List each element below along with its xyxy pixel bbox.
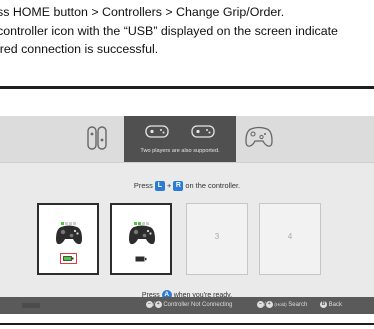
instruction-line-3: ired connection is successful. [0,42,159,56]
plus-button-icon: + [265,301,273,308]
pro-controller-icon[interactable] [244,124,274,150]
divider-rule [0,86,374,89]
slot-number: 4 [287,232,293,241]
l-button-icon: L [154,181,165,192]
switch-screen: Two players are also supported. Press L … [0,116,374,314]
footer-bar: − / + Controller Not Connecting − / + (Hold)… [0,297,374,314]
minus-button-icon: − [257,301,264,308]
instruction-line-1: ss HOME button > Controllers > Change Gr… [0,5,285,19]
pro-controller-icon [56,225,82,245]
pro-controller-icon [129,225,155,245]
search-button[interactable]: − / + (Hold) Search [257,301,307,308]
battery-icon [135,256,147,262]
instruction-line-2: controller icon with the “USB” displayed… [0,23,338,38]
instruction-text: ss HOME button > Controllers > Change Gr… [0,3,374,59]
two-players-supported-text: Two players are also supported. [140,148,220,154]
player-slot-1[interactable] [37,203,99,275]
player-slot-4[interactable]: 4 [259,203,321,275]
r-button-icon: R [173,181,184,192]
player-slot-2[interactable] [110,203,172,275]
back-button[interactable]: B Back [320,301,342,308]
single-joycon-sideways-icon-2 [191,125,215,138]
plus-button-icon: + [154,301,162,308]
single-joycon-sideways-icon [145,125,169,138]
footer-smudge [22,303,40,308]
controller-style-bar: Two players are also supported. [0,116,374,163]
usb-indicator-box [60,253,77,264]
press-lr-instruction: Press L + R on the controller. [133,181,241,192]
bottom-rule [0,323,374,325]
usb-battery-icon [63,256,74,261]
player-slot-3[interactable]: 3 [186,203,248,275]
joycon-pair-icon[interactable] [86,126,108,150]
slot-number: 3 [214,232,220,241]
b-button-icon: B [320,301,327,308]
controller-not-connecting-button[interactable]: − / + Controller Not Connecting [146,301,232,308]
minus-button-icon: − [146,301,153,308]
horizontal-joycon-panel[interactable]: Two players are also supported. [124,116,236,162]
